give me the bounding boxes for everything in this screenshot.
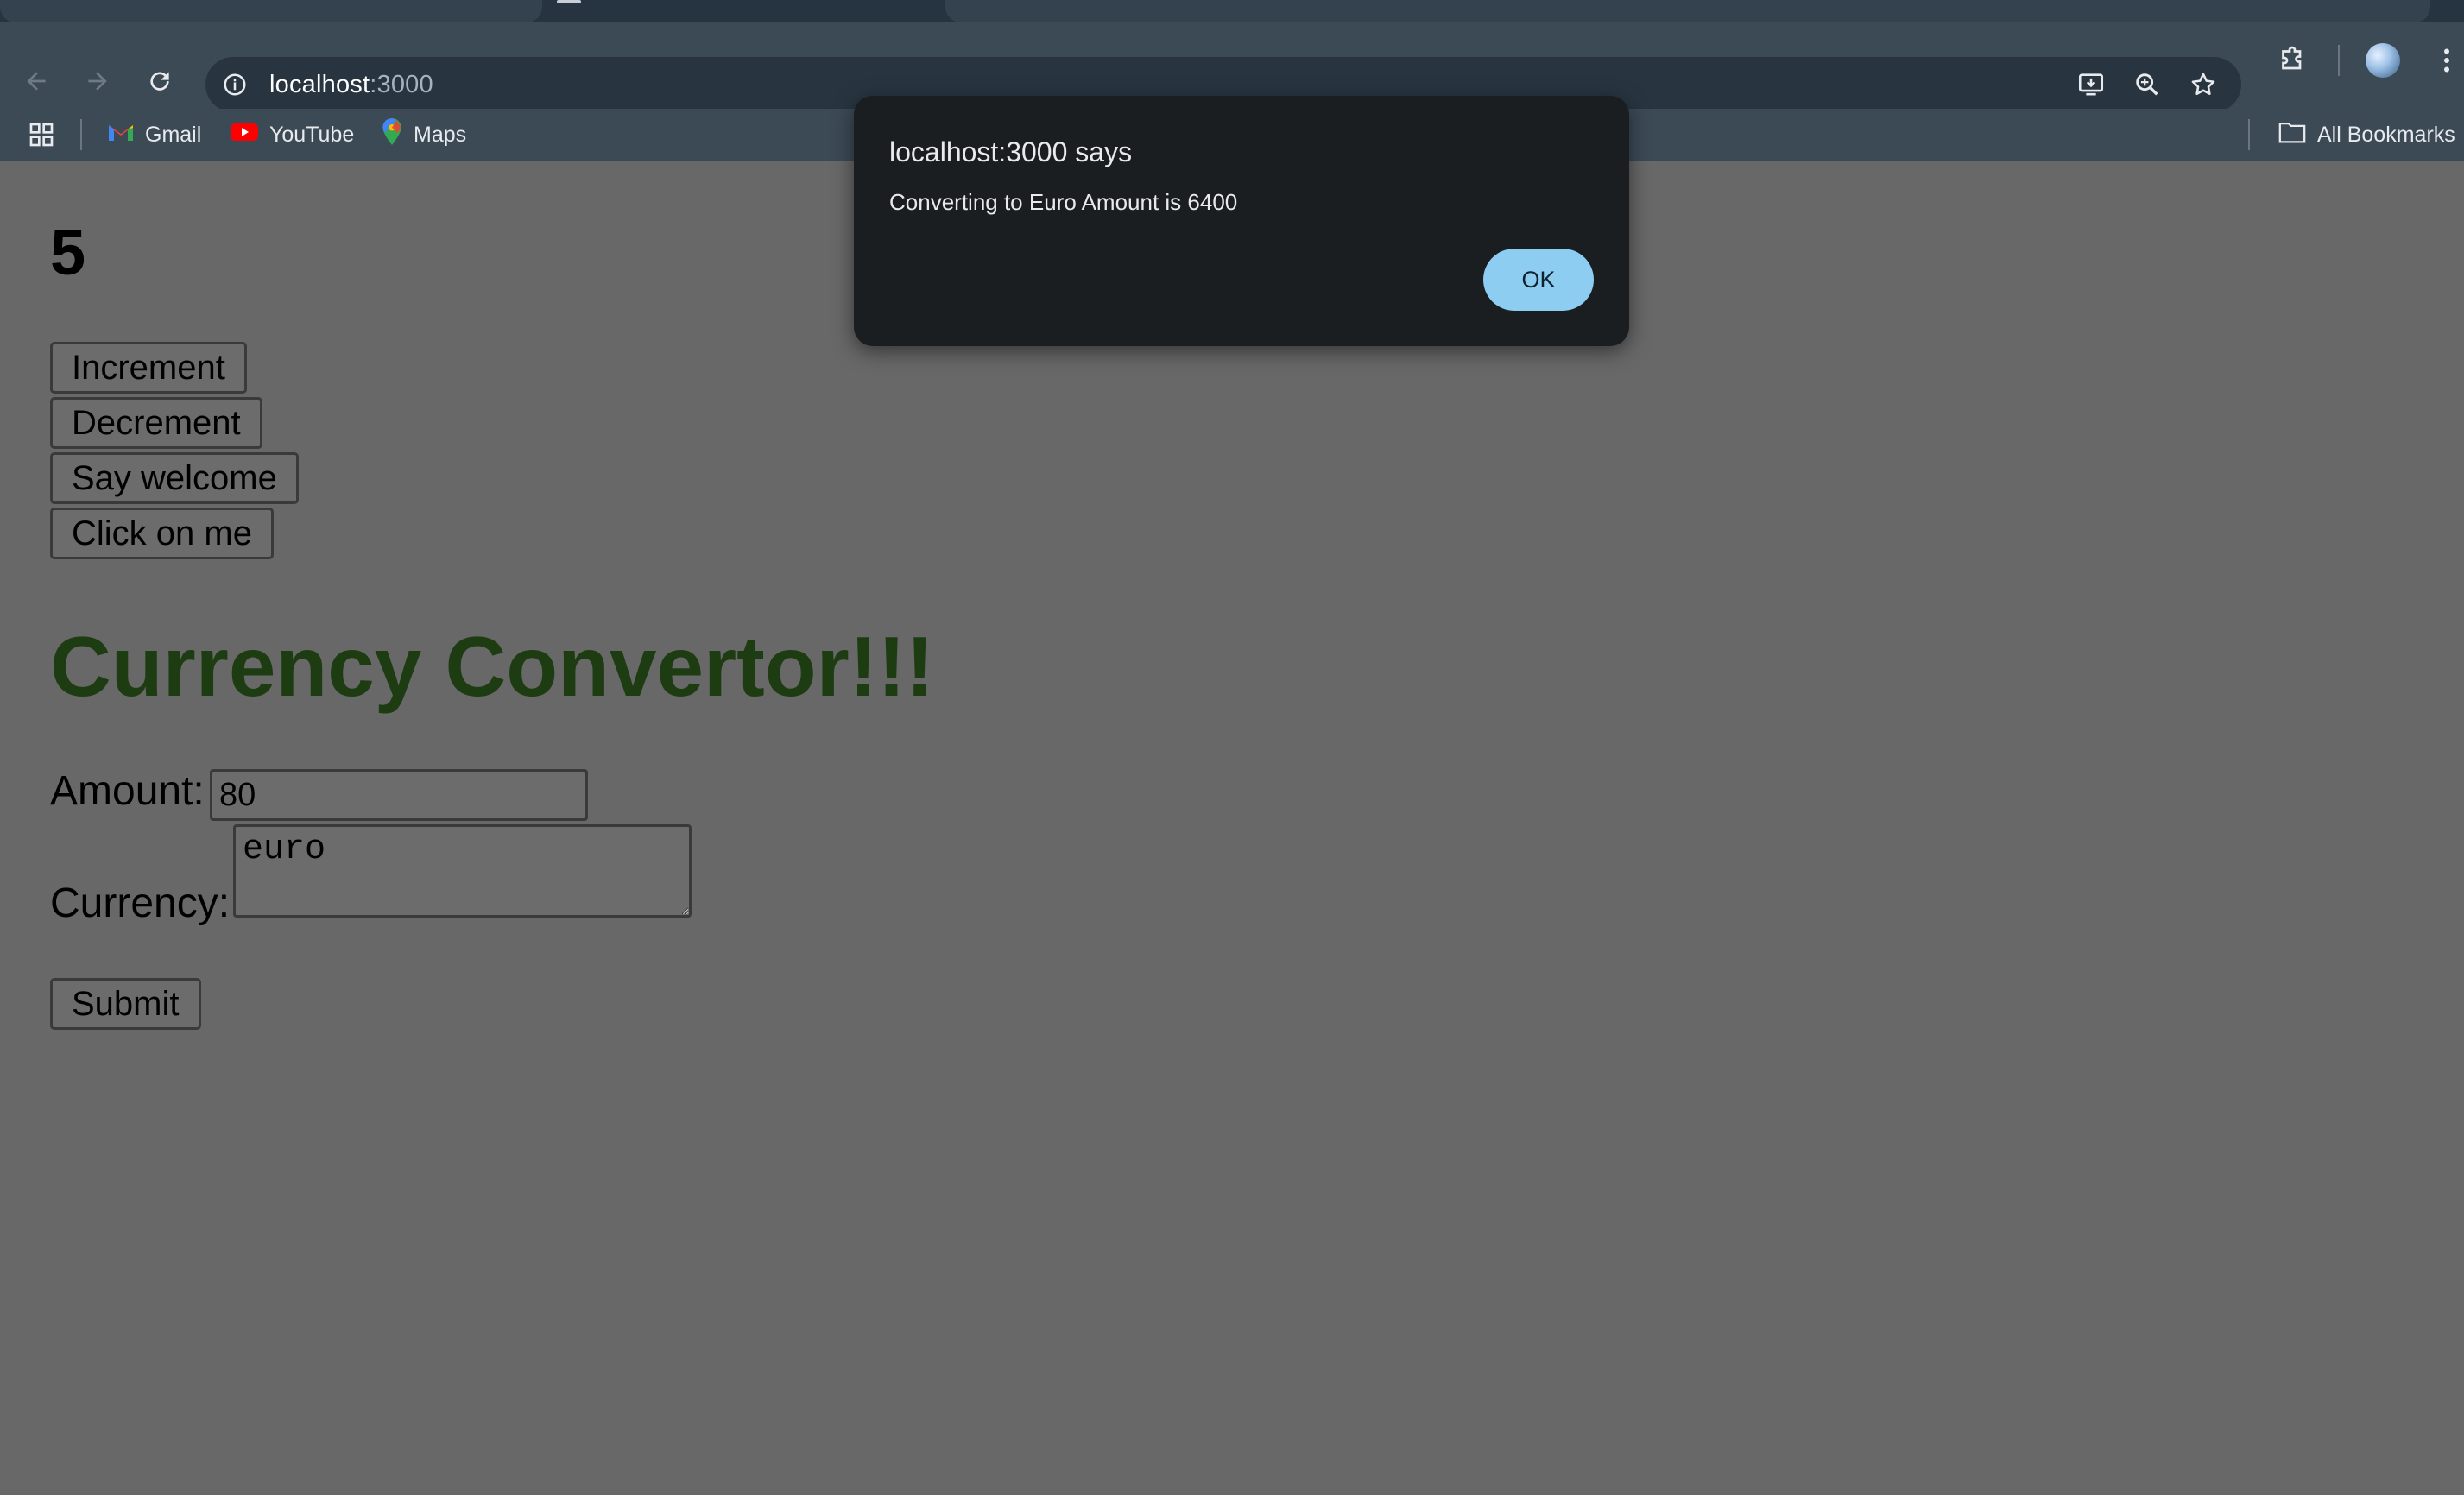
forward-icon[interactable]: [79, 62, 117, 100]
url-host: localhost: [269, 71, 370, 98]
bookmark-gmail-label: Gmail: [145, 122, 202, 147]
apps-grid-icon[interactable]: [28, 117, 55, 152]
bookmark-youtube[interactable]: YouTube: [230, 117, 354, 152]
counter-value: 5: [50, 217, 86, 288]
back-icon[interactable]: [17, 62, 55, 100]
folder-icon: [2278, 119, 2307, 151]
page-content: 5 Increment Decrement Say welcome Click …: [0, 161, 2464, 1495]
bookmark-maps-label: Maps: [414, 122, 467, 147]
tab-strip: [0, 0, 2464, 22]
gmail-icon: [107, 121, 135, 149]
tab-favicon: [557, 0, 581, 3]
all-bookmarks[interactable]: All Bookmarks: [2278, 117, 2455, 152]
say-welcome-button[interactable]: Say welcome: [50, 452, 299, 504]
bookmark-star-icon[interactable]: [2186, 67, 2221, 102]
increment-button[interactable]: Increment: [50, 342, 247, 394]
reload-icon[interactable]: [141, 62, 179, 100]
install-app-icon[interactable]: [2074, 67, 2108, 102]
dialog-title: localhost:3000 says: [889, 136, 1133, 167]
alert-dialog: localhost:3000 says Converting to Euro A…: [854, 96, 1629, 346]
bookmarks-separator: [80, 119, 82, 150]
youtube-icon: [230, 121, 259, 149]
zoom-icon[interactable]: [2130, 67, 2164, 102]
bookmark-gmail[interactable]: Gmail: [107, 117, 201, 152]
currency-textarea[interactable]: euro: [233, 824, 692, 918]
click-on-me-button[interactable]: Click on me: [50, 508, 274, 559]
dialog-message: Converting to Euro Amount is 6400: [889, 189, 1238, 215]
submit-button[interactable]: Submit: [50, 978, 201, 1030]
extensions-icon[interactable]: [2273, 41, 2311, 79]
amount-label: Amount:: [50, 768, 205, 814]
all-bookmarks-label: All Bookmarks: [2317, 122, 2455, 147]
url-port: :3000: [370, 71, 433, 98]
toolbar-separator: [2338, 45, 2340, 76]
decrement-button[interactable]: Decrement: [50, 397, 262, 449]
page-heading: Currency Convertor!!!: [50, 619, 934, 714]
more-menu-icon[interactable]: [2428, 41, 2464, 79]
bookmark-maps[interactable]: Maps: [381, 117, 466, 152]
maps-icon: [381, 117, 403, 153]
tab-inactive-left[interactable]: [0, 0, 542, 22]
currency-label: Currency:: [50, 880, 231, 926]
profile-avatar[interactable]: [2366, 43, 2400, 78]
url-text[interactable]: localhost:3000: [269, 69, 433, 100]
bookmarks-separator-right: [2248, 119, 2250, 150]
dialog-ok-button[interactable]: OK: [1483, 249, 1594, 311]
bookmark-youtube-label: YouTube: [269, 122, 355, 147]
site-info-icon[interactable]: [219, 69, 250, 100]
tab-inactive-right[interactable]: [945, 0, 2430, 22]
amount-input[interactable]: [210, 769, 588, 821]
